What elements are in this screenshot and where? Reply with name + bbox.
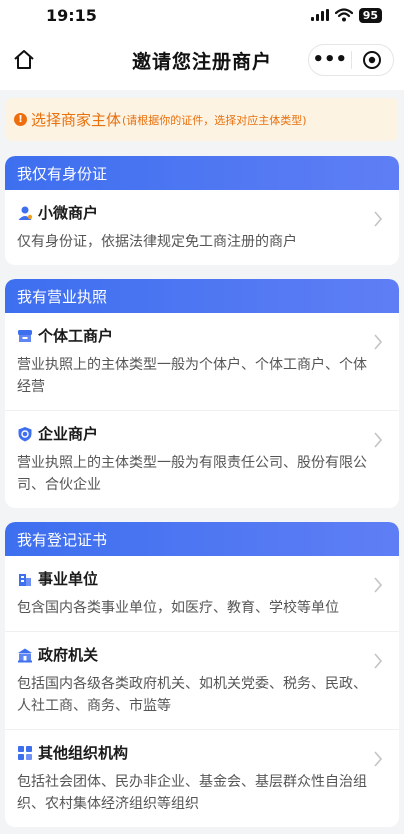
option-government-agency[interactable]: 政府机关 包括国内各级各类政府机关、如机关党委、税务、民政、人社工商、商务、市监…: [5, 632, 399, 730]
item-title: 个体工商户: [38, 327, 114, 345]
building-icon: [17, 571, 33, 587]
item-desc: 包括国内各级各类政府机关、如机关党委、税务、民政、人社工商、商务、市监等: [17, 676, 367, 714]
notice-main: 选择商家主体: [31, 111, 122, 129]
more-button[interactable]: •••: [309, 51, 351, 69]
close-button[interactable]: [352, 50, 394, 70]
home-icon[interactable]: [12, 48, 36, 72]
wifi-icon: [334, 8, 353, 22]
chevron-right-icon: [374, 334, 383, 350]
signal-icon: [310, 9, 329, 21]
item-title: 其他组织机构: [38, 744, 129, 762]
chevron-right-icon: [374, 211, 383, 227]
item-desc: 包含国内各类事业单位，如医疗、教育、学校等单位: [17, 600, 339, 616]
section-header: 我有登记证书: [5, 522, 399, 556]
mini-program-capsule: •••: [308, 44, 394, 76]
chevron-right-icon: [374, 751, 383, 767]
store-icon: [17, 328, 33, 344]
battery-indicator: 95: [358, 7, 382, 23]
section-header: 我仅有身份证: [5, 156, 399, 190]
chevron-right-icon: [374, 577, 383, 593]
section-header: 我有营业执照: [5, 279, 399, 313]
notice-sub: (请根据你的证件，选择对应主体类型): [122, 113, 307, 127]
option-public-institution[interactable]: 事业单位 包含国内各类事业单位，如医疗、教育、学校等单位: [5, 556, 399, 632]
government-icon: [17, 647, 33, 663]
item-title: 事业单位: [38, 570, 99, 588]
section-registration-certificate: 我有登记证书 事业单位 包含国内各类事业单位，如医疗、教育、学校等单位 政府机关…: [5, 522, 399, 827]
enterprise-shield-icon: [17, 426, 33, 442]
chevron-right-icon: [374, 653, 383, 669]
item-title: 小微商户: [38, 204, 99, 222]
status-icons: 95: [310, 7, 382, 23]
item-desc: 仅有身份证，依据法律规定免工商注册的商户: [17, 234, 297, 250]
status-time: 19:15: [46, 5, 97, 25]
warning-icon: !: [14, 113, 27, 126]
grid-icon: [17, 745, 33, 761]
option-individual-business[interactable]: 个体工商户 营业执照上的主体类型一般为个体户、个体工商户、个体经营: [5, 313, 399, 411]
option-small-micro-merchant[interactable]: 小微商户 仅有身份证，依据法律规定免工商注册的商户: [5, 190, 399, 265]
chevron-right-icon: [374, 432, 383, 448]
section-business-license: 我有营业执照 个体工商户 营业执照上的主体类型一般为个体户、个体工商户、个体经营: [5, 279, 399, 508]
target-close-icon: [363, 51, 382, 69]
nav-bar: 邀请您注册商户 •••: [0, 30, 404, 90]
item-desc: 营业执照上的主体类型一般为个体户、个体工商户、个体经营: [17, 357, 367, 395]
item-desc: 包括社会团体、民办非企业、基金会、基层群众性自治组织、农村集体经济组织等组织: [17, 774, 367, 812]
page-title: 邀请您注册商户: [131, 50, 272, 73]
notice-banner: ! 选择商家主体 (请根据你的证件，选择对应主体类型): [6, 98, 398, 141]
item-title: 政府机关: [38, 646, 99, 664]
item-title: 企业商户: [38, 425, 99, 443]
status-bar: 19:15 95: [0, 0, 404, 30]
person-icon: [17, 205, 33, 221]
section-id-card: 我仅有身份证 小微商户 仅有身份证，依据法律规定免工商注册的商户: [5, 156, 399, 265]
item-desc: 营业执照上的主体类型一般为有限责任公司、股份有限公司、合伙企业: [17, 455, 367, 493]
option-enterprise-merchant[interactable]: 企业商户 营业执照上的主体类型一般为有限责任公司、股份有限公司、合伙企业: [5, 411, 399, 508]
option-other-organization[interactable]: 其他组织机构 包括社会团体、民办非企业、基金会、基层群众性自治组织、农村集体经济…: [5, 730, 399, 827]
